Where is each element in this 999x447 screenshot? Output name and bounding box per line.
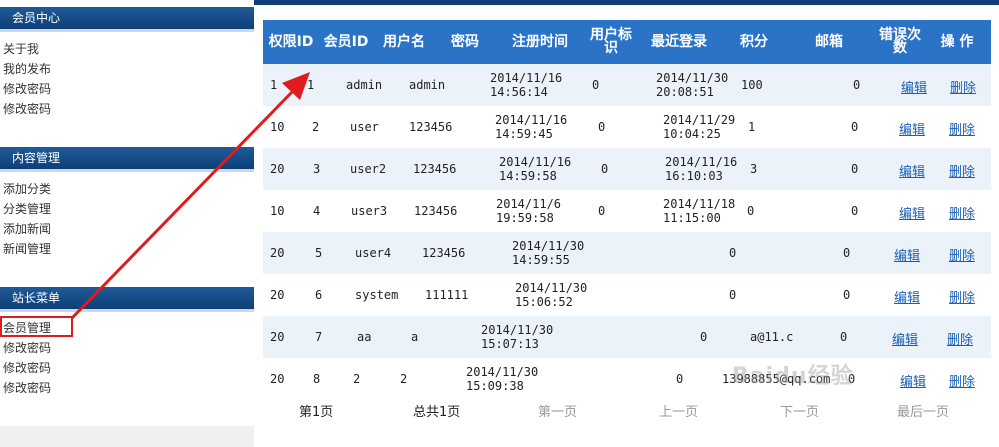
arrow-line xyxy=(70,90,294,320)
arrow-head xyxy=(282,72,310,100)
annotation-arrow xyxy=(70,72,310,320)
